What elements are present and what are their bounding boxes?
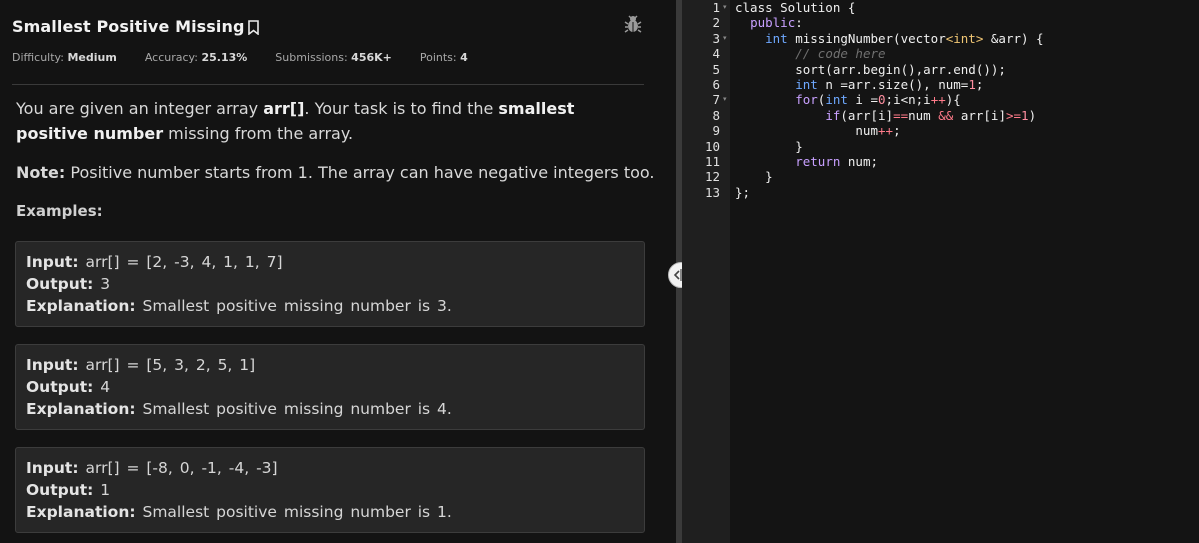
problem-meta: Difficulty: Medium Accuracy: 25.13% Subm… [12,51,496,64]
line-number: 2 [712,15,720,31]
line-number: 8 [712,107,720,123]
line-number: 6 [712,77,720,92]
line-number: 4 [712,46,720,62]
code-line: return num; [795,154,879,169]
divider [12,84,644,85]
code-line: if(arr[i]==num && arr[i]>=1) [825,107,1037,123]
code-line: } [735,169,773,185]
line-number: 13 [704,184,720,200]
line-number: 5 [712,61,720,77]
line-number: 7 [712,92,720,108]
example-box: Input: arr[] = [5, 3, 2, 5, 1] Output: 4… [15,344,645,430]
code-line: } [735,138,803,154]
example-box: Input: arr[] = [-8, 0, -1, -4, -3] Outpu… [15,447,645,533]
fold-toggle-icon[interactable]: ▾ [723,0,729,15]
code-line: }; [735,184,751,200]
accuracy: Accuracy: 25.13% [144,51,248,64]
fold-toggle-icon[interactable]: ▾ [723,92,729,107]
problem-title: Smallest Positive Missing [12,16,245,36]
code-line: // code here [795,46,886,62]
code-line: class Solution { [735,0,856,15]
line-number: 12 [704,169,720,185]
code-area[interactable]: class Solution { public: int missingNumb… [730,0,1199,543]
code-editor[interactable]: 1 ▾ 2 3 ▾ 4 5 6 7 ▾ 8 9 10 11 12 13 class Solution { pu… [682,0,1199,543]
line-number: 10 [704,138,720,154]
bookmark-icon[interactable] [247,19,259,36]
code-line: int n =arr.size(), num=1; [795,77,984,92]
line-number: 1 [712,0,720,15]
problem-description: You are given an integer array arr[]. Yo… [16,99,575,143]
code-line: sort(arr.begin(),arr.end()); [735,61,1006,77]
fold-toggle-icon[interactable]: ▾ [723,31,729,46]
points: Points: 4 [419,51,468,64]
problem-panel: Smallest Positive Missing Difficulty: Me… [0,0,676,543]
example-box: Input: arr[] = [2, -3, 4, 1, 1, 7] Outpu… [15,241,645,327]
line-number: 3 [712,30,720,46]
problem-note: Note: Positive number starts from 1. The… [16,163,655,182]
code-line: for(int i =0;i<n;i++){ [795,92,961,108]
line-number: 9 [712,123,720,139]
line-gutter: 1 ▾ 2 3 ▾ 4 5 6 7 ▾ 8 9 10 11 12 13 [682,0,730,543]
difficulty: Difficulty: Medium [12,51,117,64]
code-line: public: [750,15,803,31]
bug-icon[interactable] [624,14,642,34]
submissions: Submissions: 456K+ [275,51,392,64]
code-line: num++; [735,123,901,139]
title-row: Smallest Positive Missing [12,12,646,40]
line-number: 11 [704,154,720,169]
code-line: int missingNumber(vector<int> &arr) { [765,30,1044,46]
examples-heading: Examples: [16,202,103,220]
